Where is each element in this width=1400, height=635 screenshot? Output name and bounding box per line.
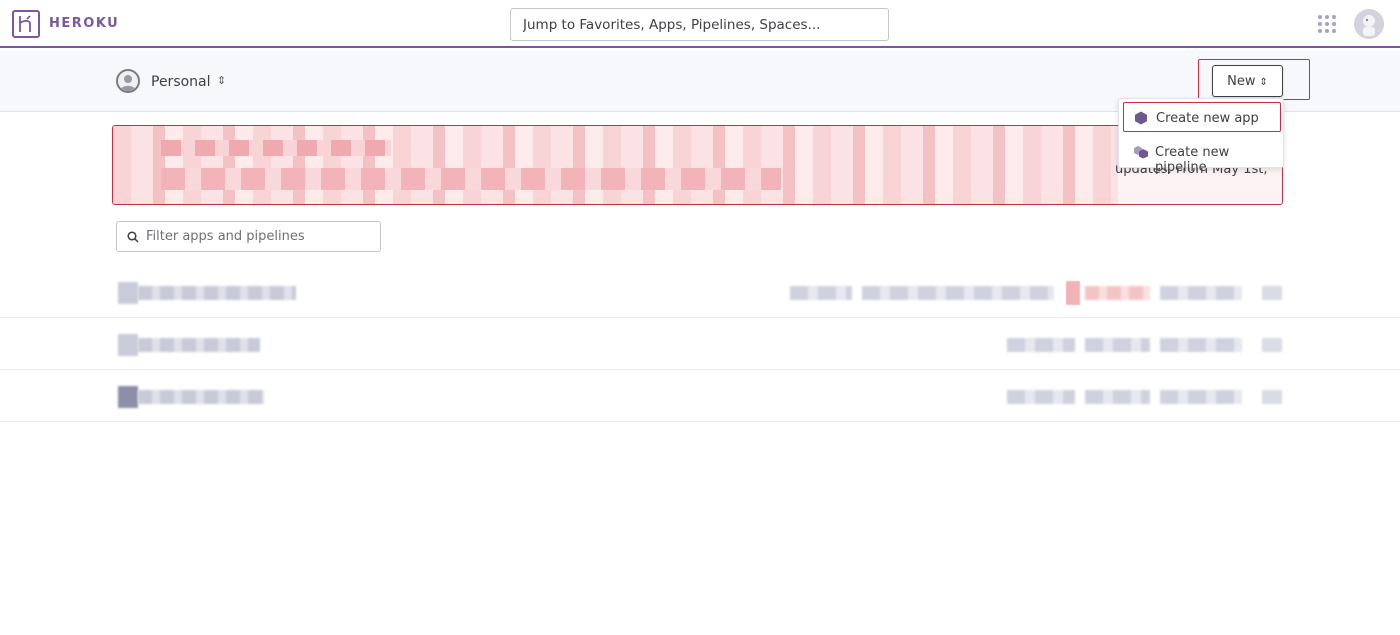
redacted-app-meta [1262,286,1282,300]
search-icon [127,231,139,243]
menu-item-create-new-app[interactable]: Create new app [1123,102,1281,132]
redacted-app-meta [1085,286,1150,300]
new-button[interactable]: New ⇕ [1212,65,1283,97]
menu-item-label: Create new pipeline [1155,145,1230,175]
user-avatar[interactable] [1354,9,1384,39]
menu-item-create-new-pipeline[interactable]: Create new pipeline [1123,137,1281,175]
redacted-app-icon [118,334,138,356]
redacted-app-meta [1262,338,1282,352]
redacted-app-meta [1262,390,1282,404]
redacted-app-meta [790,286,852,300]
filter-apps-input[interactable] [146,222,376,251]
redacted-app-meta [1085,338,1150,352]
app-row[interactable] [0,266,1400,318]
alert-banner: updates. From May 1st, [112,125,1283,205]
redacted-app-meta [1160,286,1242,300]
chevron-up-down-icon: ⇕ [1259,76,1268,88]
redacted-app-name [138,286,296,300]
chevron-up-down-icon[interactable]: ⇕ [217,74,226,87]
redacted-app-icon [118,386,138,408]
redacted-region [113,126,1118,204]
redacted-status [1066,281,1080,305]
heroku-logo-icon[interactable] [12,10,40,38]
pipeline-icon [1133,145,1149,163]
new-button-label: New [1227,73,1256,89]
redacted-app-meta [862,286,1054,300]
brand-name[interactable]: HEROKU [49,16,119,31]
app-row[interactable] [0,318,1400,370]
redacted-app-meta [1085,390,1150,404]
account-switcher-label[interactable]: Personal [151,74,211,90]
redacted-app-meta [1007,390,1075,404]
apps-grid-icon[interactable] [1318,15,1338,35]
app-row[interactable] [0,370,1400,422]
redacted-app-name [138,390,264,404]
top-navigation-bar: HEROKU [0,0,1400,48]
redacted-app-icon [118,282,138,304]
redacted-app-meta [1160,390,1242,404]
redacted-region [161,168,781,190]
redacted-app-name [138,338,260,352]
jump-to-search-input[interactable] [511,9,888,40]
menu-item-label: Create new app [1156,111,1259,126]
redacted-app-meta [1007,338,1075,352]
redacted-region [161,140,391,156]
redacted-app-meta [1160,338,1242,352]
new-menu-dropdown: Create new app Create new pipeline [1118,98,1284,175]
app-hexagon-icon [1134,111,1148,129]
filter-apps-field[interactable] [116,221,381,252]
personal-account-icon[interactable] [116,69,140,93]
jump-to-search[interactable] [510,8,889,41]
